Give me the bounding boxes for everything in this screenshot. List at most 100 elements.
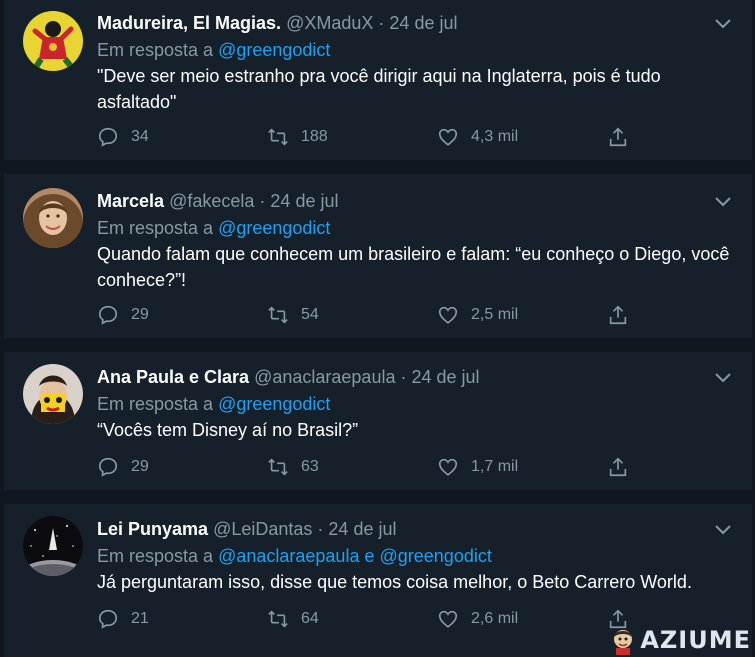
- reply-mention[interactable]: @greengodict: [218, 218, 330, 238]
- share-icon: [609, 127, 627, 147]
- tweet-text: Já perguntaram isso, disse que temos coi…: [97, 572, 692, 592]
- tweet-divider: [4, 160, 752, 174]
- chevron-down-icon[interactable]: [714, 522, 732, 536]
- reply-icon: [98, 457, 118, 477]
- tweet-actions: 34 188 4,3 mil: [97, 125, 627, 149]
- retweet-button[interactable]: 64: [267, 607, 319, 631]
- reply-count: 34: [131, 128, 149, 145]
- tweet-header: Marcela @fakecela · 24 de jul: [97, 190, 338, 212]
- display-name[interactable]: Marcela: [97, 191, 164, 211]
- share-button[interactable]: [607, 125, 641, 149]
- avatar[interactable]: [23, 364, 83, 424]
- user-handle[interactable]: @LeiDantas: [213, 519, 312, 539]
- share-icon: [609, 305, 627, 325]
- like-count: 1,7 mil: [471, 458, 519, 475]
- retweet-icon: [268, 458, 288, 476]
- reply-prefix: Em resposta a: [97, 40, 214, 60]
- tweet-card[interactable]: Marcela @fakecela · 24 de jul Em respost…: [4, 174, 752, 338]
- like-icon: [438, 306, 458, 324]
- separator-dot: ·: [378, 13, 385, 33]
- tweet-text: Quando falam que conhecem um brasileiro …: [97, 244, 730, 290]
- reply-icon: [98, 609, 118, 629]
- user-handle[interactable]: @fakecela: [169, 191, 254, 211]
- tweet-header: Lei Punyama @LeiDantas · 24 de jul: [97, 518, 396, 540]
- chevron-down-icon[interactable]: [714, 370, 732, 384]
- retweet-button[interactable]: 54: [267, 303, 319, 327]
- reply-button[interactable]: 34: [97, 125, 149, 149]
- tweet-card[interactable]: Madureira, El Magias. @XMaduX · 24 de ju…: [4, 0, 752, 160]
- reply-button[interactable]: 21: [97, 607, 149, 631]
- tweet-date[interactable]: 24 de jul: [389, 13, 457, 33]
- reply-prefix: Em resposta a: [97, 218, 214, 238]
- reply-prefix: Em resposta a: [97, 394, 214, 414]
- reply-prefix: Em resposta a: [97, 546, 214, 566]
- separator-dot: ·: [317, 519, 324, 539]
- retweet-count: 54: [301, 306, 319, 323]
- like-icon: [438, 458, 458, 476]
- avatar[interactable]: [23, 516, 83, 576]
- reply-joiner: e: [364, 546, 375, 566]
- user-handle[interactable]: @anaclaraepaula: [254, 367, 395, 387]
- retweet-count: 63: [301, 458, 319, 475]
- like-button[interactable]: 2,6 mil: [437, 607, 518, 631]
- reply-button[interactable]: 29: [97, 455, 149, 479]
- separator-dot: ·: [259, 191, 266, 211]
- retweet-icon: [268, 610, 288, 628]
- tweet-divider: [4, 338, 752, 352]
- like-button[interactable]: 4,3 mil: [437, 125, 518, 149]
- chevron-down-icon[interactable]: [714, 194, 732, 208]
- mascot-logo-icon: [614, 630, 633, 655]
- reply-count: 21: [131, 610, 149, 627]
- reply-count: 29: [131, 306, 149, 323]
- tweet-actions: 29 63 1,7 mil: [97, 455, 627, 479]
- reply-button[interactable]: 29: [97, 303, 149, 327]
- like-icon: [438, 610, 458, 628]
- retweet-icon: [268, 128, 288, 146]
- reply-mention[interactable]: @greengodict: [218, 40, 330, 60]
- reply-context: Em resposta a @greengodict: [97, 393, 330, 415]
- retweet-button[interactable]: 188: [267, 125, 328, 149]
- reply-context: Em resposta a @greengodict: [97, 217, 330, 239]
- tweet-date[interactable]: 24 de jul: [412, 367, 480, 387]
- reply-context: Em resposta a @greengodict: [97, 39, 330, 61]
- watermark-text: AZIUME: [640, 626, 751, 654]
- share-icon: [609, 457, 627, 477]
- retweet-count: 188: [301, 128, 328, 145]
- reply-mention[interactable]: @greengodict: [218, 394, 330, 414]
- like-count: 2,5 mil: [471, 306, 519, 323]
- like-icon: [438, 128, 458, 146]
- retweet-button[interactable]: 63: [267, 455, 319, 479]
- like-count: 4,3 mil: [471, 128, 519, 145]
- share-button[interactable]: [607, 455, 641, 479]
- reply-count: 29: [131, 458, 149, 475]
- reply-icon: [98, 305, 118, 325]
- like-count: 2,6 mil: [471, 610, 519, 627]
- avatar[interactable]: [23, 188, 83, 248]
- user-handle[interactable]: @XMaduX: [286, 13, 373, 33]
- tweet-date[interactable]: 24 de jul: [328, 519, 396, 539]
- watermark: AZIUME: [608, 625, 751, 655]
- separator-dot: ·: [400, 367, 407, 387]
- retweet-count: 64: [301, 610, 319, 627]
- tweet-text: "Deve ser meio estranho pra você dirigir…: [97, 66, 661, 112]
- tweet-actions: 29 54 2,5 mil: [97, 303, 627, 327]
- share-button[interactable]: [607, 303, 641, 327]
- tweet-header: Ana Paula e Clara @anaclaraepaula · 24 d…: [97, 366, 480, 388]
- chevron-down-icon[interactable]: [714, 16, 732, 30]
- tweet-header: Madureira, El Magias. @XMaduX · 24 de ju…: [97, 12, 457, 34]
- reply-mention[interactable]: @greengodict: [380, 546, 492, 566]
- like-button[interactable]: 1,7 mil: [437, 455, 518, 479]
- retweet-icon: [268, 306, 288, 324]
- display-name[interactable]: Madureira, El Magias.: [97, 13, 281, 33]
- avatar[interactable]: [23, 11, 83, 71]
- reply-icon: [98, 127, 118, 147]
- tweet-text: “Vocês tem Disney aí no Brasil?”: [97, 420, 359, 440]
- tweet-actions: 21 64 2,6 mil: [97, 607, 627, 631]
- reply-mention[interactable]: @anaclaraepaula: [218, 546, 359, 566]
- tweet-card[interactable]: Ana Paula e Clara @anaclaraepaula · 24 d…: [4, 352, 752, 490]
- tweet-date[interactable]: 24 de jul: [270, 191, 338, 211]
- tweet-divider: [4, 490, 752, 504]
- like-button[interactable]: 2,5 mil: [437, 303, 518, 327]
- display-name[interactable]: Ana Paula e Clara: [97, 367, 249, 387]
- display-name[interactable]: Lei Punyama: [97, 519, 208, 539]
